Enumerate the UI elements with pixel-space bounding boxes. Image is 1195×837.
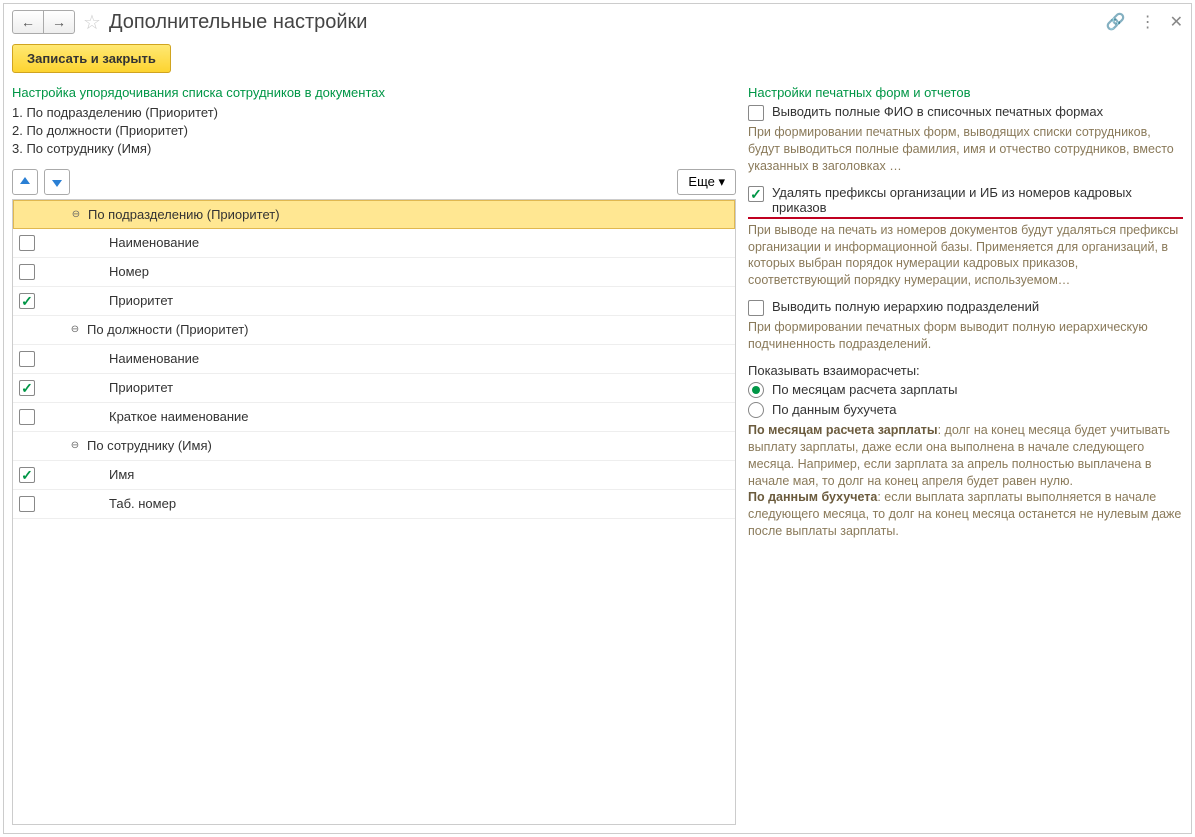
tree-group-label: По должности (Приоритет) xyxy=(87,322,249,337)
checkbox[interactable] xyxy=(748,300,764,316)
check-remove-prefixes: Удалять префиксы организации и ИБ из ном… xyxy=(748,185,1183,219)
tree-group-label: По подразделению (Приоритет) xyxy=(88,207,280,222)
titlebar-actions: 🔗 ⋮ ✕ xyxy=(1106,12,1183,32)
sort-tree: ⊖ По подразделению (Приоритет) Наименова… xyxy=(12,199,736,825)
radio-group-header: Показывать взаиморасчеты: xyxy=(748,363,1183,378)
save-and-close-button[interactable]: Записать и закрыть xyxy=(12,44,171,73)
left-panel: Настройка упорядочивания списка сотрудни… xyxy=(4,77,744,833)
toolbar: Записать и закрыть xyxy=(4,40,1191,77)
more-button[interactable]: Еще ▾ xyxy=(677,169,736,195)
tree-item[interactable]: Наименование xyxy=(13,229,735,258)
tree-group[interactable]: ⊖ По должности (Приоритет) xyxy=(13,316,735,345)
checkbox[interactable] xyxy=(19,496,35,512)
checkbox[interactable] xyxy=(19,293,35,309)
kebab-menu-icon[interactable]: ⋮ xyxy=(1140,12,1156,32)
help-bold: По данным бухучета xyxy=(748,490,877,504)
favorite-star-icon[interactable]: ☆ xyxy=(83,10,101,35)
checkbox[interactable] xyxy=(19,264,35,280)
tree-item-label: Таб. номер xyxy=(109,496,176,511)
left-section-header: Настройка упорядочивания списка сотрудни… xyxy=(12,85,736,100)
window: ← → ☆ Дополнительные настройки 🔗 ⋮ ✕ Зап… xyxy=(3,3,1192,834)
help-text: При выводе на печать из номеров документ… xyxy=(748,222,1183,290)
order-item: 1. По подразделению (Приоритет) xyxy=(12,104,736,122)
order-item: 2. По должности (Приоритет) xyxy=(12,122,736,140)
right-section-header: Настройки печатных форм и отчетов xyxy=(748,85,1183,100)
close-icon[interactable]: ✕ xyxy=(1170,12,1183,32)
tree-item-label: Наименование xyxy=(109,235,199,250)
checkbox[interactable] xyxy=(19,235,35,251)
page-title: Дополнительные настройки xyxy=(109,11,1106,34)
checkbox[interactable] xyxy=(748,186,764,202)
checkbox-label: Выводить полные ФИО в списочных печатных… xyxy=(772,104,1103,119)
check-full-fio: Выводить полные ФИО в списочных печатных… xyxy=(748,104,1183,121)
titlebar: ← → ☆ Дополнительные настройки 🔗 ⋮ ✕ xyxy=(4,4,1191,40)
help-text: По месяцам расчета зарплаты: долг на кон… xyxy=(748,422,1183,540)
tree-group[interactable]: ⊖ По сотруднику (Имя) xyxy=(13,432,735,461)
radio[interactable] xyxy=(748,402,764,418)
help-bold: По месяцам расчета зарплаты xyxy=(748,423,938,437)
tree-item[interactable]: Таб. номер xyxy=(13,490,735,519)
tree-item[interactable]: Краткое наименование xyxy=(13,403,735,432)
tree-item[interactable]: Приоритет xyxy=(13,287,735,316)
checkbox[interactable] xyxy=(748,105,764,121)
move-down-button[interactable] xyxy=(44,169,70,195)
radio-label: По данным бухучета xyxy=(772,402,897,417)
tree-item-label: Номер xyxy=(109,264,149,279)
move-up-button[interactable] xyxy=(12,169,38,195)
help-text: При формировании печатных форм, выводящи… xyxy=(748,124,1183,175)
tree-item-label: Краткое наименование xyxy=(109,409,249,424)
radio-by-accounting[interactable]: По данным бухучета xyxy=(748,402,1183,418)
collapse-icon[interactable]: ⊖ xyxy=(69,440,81,452)
grid-toolbar: Еще ▾ xyxy=(12,169,736,195)
checkbox[interactable] xyxy=(19,467,35,483)
checkbox[interactable] xyxy=(19,351,35,367)
checkbox-label: Удалять префиксы организации и ИБ из ном… xyxy=(772,185,1183,215)
tree-item[interactable]: Наименование xyxy=(13,345,735,374)
tree-item-label: Наименование xyxy=(109,351,199,366)
checkbox[interactable] xyxy=(19,409,35,425)
tree-group-label: По сотруднику (Имя) xyxy=(87,438,212,453)
tree-item[interactable]: Приоритет xyxy=(13,374,735,403)
collapse-icon[interactable]: ⊖ xyxy=(69,324,81,336)
right-panel: Настройки печатных форм и отчетов Выводи… xyxy=(744,77,1191,833)
order-item: 3. По сотруднику (Имя) xyxy=(12,140,736,158)
radio-label: По месяцам расчета зарплаты xyxy=(772,382,957,397)
tree-item-label: Приоритет xyxy=(109,380,173,395)
radio[interactable] xyxy=(748,382,764,398)
check-full-hierarchy: Выводить полную иерархию подразделений xyxy=(748,299,1183,316)
link-icon[interactable]: 🔗 xyxy=(1106,12,1126,32)
tree-item-label: Приоритет xyxy=(109,293,173,308)
collapse-icon[interactable]: ⊖ xyxy=(70,208,82,220)
checkbox-label: Выводить полную иерархию подразделений xyxy=(772,299,1039,314)
tree-group[interactable]: ⊖ По подразделению (Приоритет) xyxy=(13,200,735,229)
nav-forward-button[interactable]: → xyxy=(43,10,75,34)
help-text: При формировании печатных форм выводит п… xyxy=(748,319,1183,353)
content: Настройка упорядочивания списка сотрудни… xyxy=(4,77,1191,833)
tree-item[interactable]: Имя xyxy=(13,461,735,490)
checkbox[interactable] xyxy=(19,380,35,396)
tree-item-label: Имя xyxy=(109,467,134,482)
nav-back-button[interactable]: ← xyxy=(12,10,44,34)
radio-by-salary-months[interactable]: По месяцам расчета зарплаты xyxy=(748,382,1183,398)
tree-item[interactable]: Номер xyxy=(13,258,735,287)
order-list: 1. По подразделению (Приоритет) 2. По до… xyxy=(12,104,736,159)
